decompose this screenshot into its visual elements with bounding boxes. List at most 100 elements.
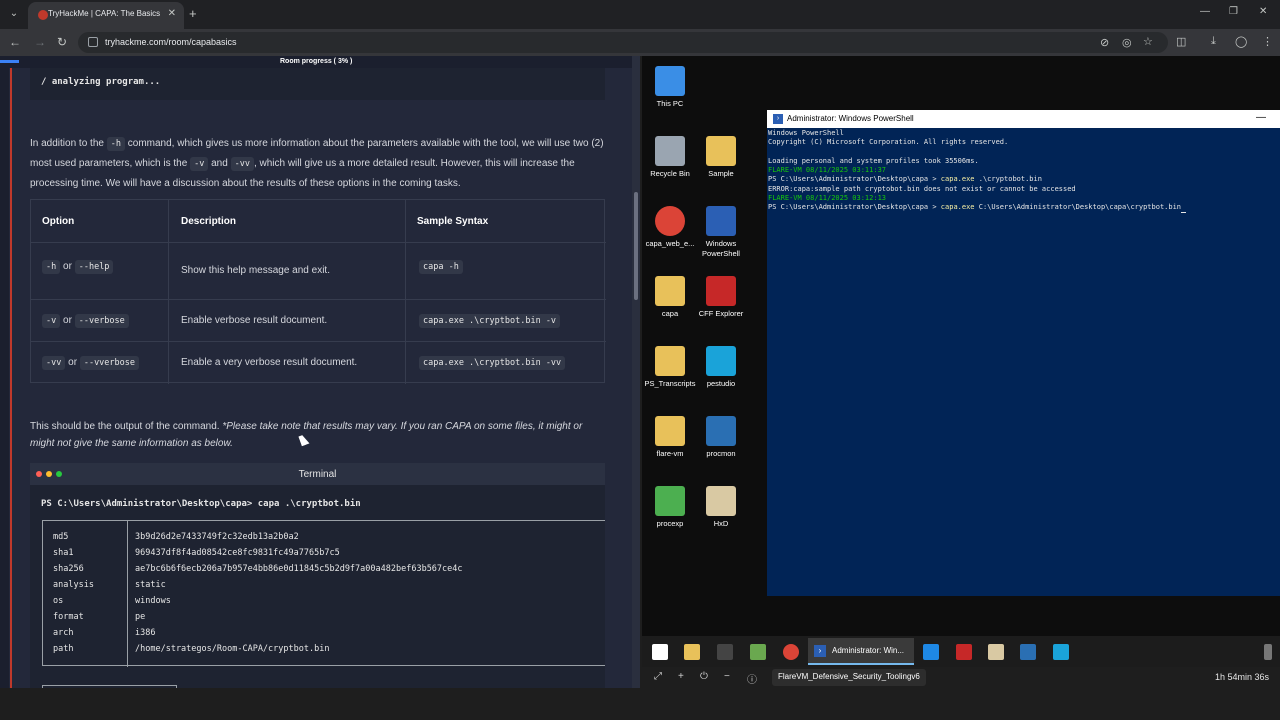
- inline-code-vv: -vv: [230, 157, 254, 171]
- desktop-icon-powershell[interactable]: Windows PowerShell: [693, 206, 749, 259]
- inline-code-h: -h: [106, 137, 125, 151]
- edge-icon[interactable]: [923, 644, 939, 660]
- desktop-icon-label: This PC: [656, 99, 684, 108]
- desktop-icon-cff-explorer[interactable]: CFF Explorer: [693, 276, 749, 319]
- desktop-icon-procexp[interactable]: procexp: [642, 486, 698, 529]
- terminal-title: Terminal: [298, 469, 337, 480]
- pestudio-icon[interactable]: [1053, 644, 1069, 660]
- desktop-icon-recycle-bin[interactable]: Recycle Bin: [642, 136, 698, 179]
- procmon-icon[interactable]: [1020, 644, 1036, 660]
- powershell-titlebar[interactable]: › Administrator: Windows PowerShell —: [767, 110, 1280, 128]
- terminal-header: Terminal: [30, 463, 605, 485]
- table-row: -vv or --vverbose Enable a very verbose …: [31, 341, 606, 384]
- new-tab-plus-icon[interactable]: +: [189, 6, 197, 21]
- powershell-console[interactable]: Windows PowerShell Copyright (C) Microso…: [767, 129, 1280, 213]
- console-line: Copyright (C) Microsoft Corporation. All…: [768, 138, 1009, 147]
- inline-code-long: --vverbose: [79, 356, 140, 370]
- desktop-icon-label: CFF Explorer: [698, 309, 744, 318]
- remote-session-bar: ⤢ + ⏻ − ⓘ FlareVM_Defensive_Security_Too…: [642, 667, 1280, 688]
- download-icon[interactable]: ⤓: [1211, 35, 1216, 48]
- tab-close-icon[interactable]: ✕: [168, 8, 176, 19]
- tryhackme-favicon-icon: [38, 10, 48, 20]
- paragraph-output-note: This should be the output of the command…: [30, 418, 605, 452]
- reload-icon[interactable]: ↻: [57, 35, 67, 49]
- extensions-icon[interactable]: ◫: [1176, 35, 1186, 48]
- chrome-icon[interactable]: [783, 644, 799, 660]
- hxd-icon[interactable]: [988, 644, 1004, 660]
- result-key: path: [53, 644, 74, 654]
- desktop-icon-label: capa: [661, 309, 679, 318]
- vm-name-badge: FlareVM_Defensive_Security_Toolingv6: [772, 669, 926, 686]
- table-row: path/home/strategos/Room-CAPA/cryptbot.b…: [43, 644, 606, 660]
- url-text[interactable]: tryhackme.com/room/capabasics: [105, 37, 237, 47]
- console-argument: .\cryptobot.bin: [974, 175, 1042, 184]
- desktop-icon-label: procexp: [656, 519, 684, 528]
- room-progress-label: Room progress ( 3% ): [280, 58, 353, 65]
- desktop-icon-pestudio[interactable]: pestudio: [693, 346, 749, 389]
- power-icon[interactable]: ⏻: [700, 671, 708, 682]
- desktop-icon-capa[interactable]: capa: [642, 276, 698, 319]
- info-icon[interactable]: ⓘ: [747, 671, 757, 686]
- desktop-icon-capa-web[interactable]: capa_web_e...: [642, 206, 698, 249]
- scrollbar-thumb[interactable]: [634, 192, 638, 300]
- address-bar[interactable]: tryhackme.com/room/capabasics ⊘ ◎ ☆: [78, 32, 1168, 53]
- desktop-icon-ps-transcripts[interactable]: PS_Transcripts: [642, 346, 698, 389]
- desktop-icon-label: Windows PowerShell: [702, 239, 740, 258]
- room-content: Room progress ( 3% ) / analyzing program…: [0, 56, 640, 688]
- result-value: pe: [135, 612, 146, 622]
- star-icon[interactable]: ☆: [1143, 35, 1153, 48]
- minimize-icon[interactable]: —: [1256, 112, 1266, 123]
- pestudio-icon: [706, 346, 736, 376]
- console-line: PS C:\Users\Administrator\Desktop\capa >…: [768, 203, 1280, 213]
- room-progress-fill: [0, 60, 19, 63]
- eye-off-icon[interactable]: ⊘: [1100, 36, 1109, 49]
- desktop-icon-hxd[interactable]: HxD: [693, 486, 749, 529]
- file-explorer-icon[interactable]: [684, 644, 700, 660]
- taskbar-powershell-button[interactable]: › Administrator: Win...: [808, 638, 914, 665]
- page-scrollbar[interactable]: [632, 56, 640, 688]
- fullscreen-icon[interactable]: ⤢: [654, 671, 662, 682]
- control-panel-icon[interactable]: [750, 644, 766, 660]
- tab-bar: ⌄ TryHackMe | CAPA: The Basics ✕ + — ❐ ✕: [0, 0, 1280, 29]
- para-text: This should be the output of the command…: [30, 421, 223, 432]
- desktop-icon-this-pc[interactable]: This PC: [642, 66, 698, 109]
- profile-icon[interactable]: ◯: [1235, 35, 1247, 48]
- tab-search-chevron-down-icon[interactable]: ⌄: [6, 6, 22, 22]
- table-row: arch i386: [43, 628, 606, 644]
- desktop-icon-label: capa_web_e...: [645, 239, 695, 248]
- tracking-eye-off-icon[interactable]: ◎: [1122, 36, 1132, 49]
- inline-code-short: -vv: [42, 356, 66, 370]
- window-close-icon[interactable]: ✕: [1259, 6, 1267, 17]
- option-cell: -h or --help: [42, 260, 114, 274]
- show-desktop-icon[interactable]: [1264, 644, 1272, 660]
- windows-start-icon[interactable]: [652, 644, 668, 660]
- minimize-icon[interactable]: —: [1200, 6, 1210, 17]
- result-key: arch: [53, 628, 74, 638]
- description-cell: Enable a very verbose result document.: [181, 357, 358, 368]
- desktop-icon-flare-vm[interactable]: flare-vm: [642, 416, 698, 459]
- desktop-icon-sample[interactable]: Sample: [693, 136, 749, 179]
- terminal-result-table: md5 3b9d26d2e7433749f2c32edb13a2b0a2 sha1…: [42, 520, 606, 667]
- minus-icon[interactable]: −: [724, 671, 730, 682]
- console-line: ERROR:capa:sample path cryptobot.bin doe…: [768, 184, 1076, 193]
- para-text: In addition to the: [30, 138, 107, 149]
- maximize-icon[interactable]: ❐: [1229, 6, 1238, 17]
- room-progress-bar: Room progress ( 3% ): [0, 56, 640, 68]
- terminal-icon[interactable]: [717, 644, 733, 660]
- console-line: FLARE-VM 08/11/2025 03:11:37: [768, 166, 887, 175]
- desktop-icon-procmon[interactable]: procmon: [693, 416, 749, 459]
- table-row: -v or --verbose Enable verbose result do…: [31, 299, 606, 341]
- table-row: md5 3b9d26d2e7433749f2c32edb13a2b0a2: [43, 532, 606, 548]
- options-table: Option Description Sample Syntax -h or -…: [30, 199, 606, 384]
- kebab-menu-icon[interactable]: ⋮: [1262, 35, 1273, 48]
- result-value: i386: [135, 628, 156, 638]
- plus-icon[interactable]: +: [678, 671, 684, 682]
- forward-icon[interactable]: →: [34, 35, 46, 49]
- site-info-icon[interactable]: [88, 37, 98, 47]
- back-icon[interactable]: ←: [9, 35, 21, 49]
- folder-icon: [655, 416, 685, 446]
- powershell-window[interactable]: › Administrator: Windows PowerShell — Wi…: [767, 110, 1280, 596]
- cff-explorer-icon[interactable]: [956, 644, 972, 660]
- table-row: analysis static: [43, 580, 606, 596]
- browser-tab[interactable]: TryHackMe | CAPA: The Basics ✕: [28, 2, 184, 29]
